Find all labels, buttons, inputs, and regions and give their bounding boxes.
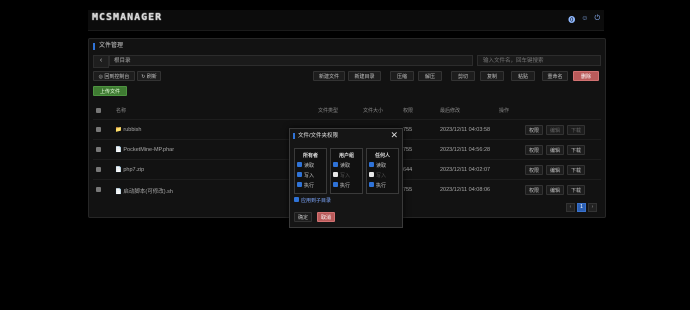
group-title: 所有者 <box>302 153 318 159</box>
perm-button[interactable]: 权限 <box>525 185 543 195</box>
back-button[interactable]: ‹ <box>93 55 109 68</box>
edit-button[interactable]: 编辑 <box>546 125 564 135</box>
new-file-button[interactable]: 新建文件 <box>313 71 345 81</box>
user-icon[interactable]: ☺ <box>581 15 588 25</box>
back-to-console-button[interactable]: ◎ 回到控制台 <box>93 71 135 81</box>
page-1-button[interactable]: 1 <box>577 203 586 212</box>
perm-group-others: 任何人 读取 写入 执行 <box>366 148 399 194</box>
group-title: 用户组 <box>338 153 354 159</box>
app-logo: MCSMANAGER <box>92 12 163 23</box>
checkbox-checked[interactable] <box>333 182 338 187</box>
edit-button[interactable]: 编辑 <box>546 185 564 195</box>
file-perm: 644 <box>403 167 413 173</box>
download-button[interactable]: 下载 <box>567 145 585 155</box>
cut-button[interactable]: 剪切 <box>451 71 475 81</box>
pagination: ‹ 1 › <box>566 203 597 212</box>
group-title: 任何人 <box>374 153 390 159</box>
others-write-option[interactable]: 写入 <box>369 172 386 179</box>
file-perm: 755 <box>403 187 413 193</box>
refresh-button[interactable]: ↻ 刷新 <box>137 71 161 81</box>
others-read-option[interactable]: 读取 <box>369 162 386 169</box>
file-modified: 2023/12/11 04:03:58 <box>440 127 491 133</box>
col-size: 文件大小 <box>363 108 384 114</box>
ok-button[interactable]: 确定 <box>294 212 312 222</box>
others-exec-option[interactable]: 执行 <box>369 182 386 189</box>
top-icons: ⓿ ☺ ⏻ <box>568 15 600 25</box>
perm-button[interactable]: 权限 <box>525 125 543 135</box>
row-checkbox[interactable] <box>96 167 101 172</box>
delete-button[interactable]: 删除 <box>573 71 599 81</box>
row-checkbox[interactable] <box>96 127 101 132</box>
perm-button[interactable]: 权限 <box>525 165 543 175</box>
next-page-button[interactable]: › <box>588 203 597 212</box>
path-input[interactable]: 根目录 <box>109 55 473 66</box>
new-dir-button[interactable]: 新建目录 <box>348 71 381 81</box>
checkbox-checked[interactable] <box>369 182 374 187</box>
checkbox-checked[interactable] <box>297 162 302 167</box>
file-name[interactable]: 📁 rubbish <box>115 127 141 133</box>
panel-title: 文件管理 <box>93 43 123 50</box>
decompress-button[interactable]: 解压 <box>418 71 442 81</box>
path-row: ‹ 根目录 输入文件名，回车键搜索 <box>93 55 601 68</box>
checkbox-checked[interactable] <box>369 162 374 167</box>
file-perm: 755 <box>403 147 413 153</box>
group-read-option[interactable]: 读取 <box>333 162 350 169</box>
search-input[interactable]: 输入文件名，回车键搜索 <box>477 55 601 66</box>
checkbox-checked[interactable] <box>297 182 302 187</box>
group-write-option[interactable]: 写入 <box>333 172 350 179</box>
perm-group-owner: 所有者 读取 写入 执行 <box>294 148 327 194</box>
checkbox-unchecked[interactable] <box>369 172 374 177</box>
perm-group-group: 用户组 读取 写入 执行 <box>330 148 363 194</box>
file-modified: 2023/12/11 04:56:28 <box>440 147 491 153</box>
paste-button[interactable]: 粘贴 <box>511 71 535 81</box>
col-type: 文件类型 <box>318 108 339 114</box>
close-icon[interactable]: ✕ <box>390 131 398 140</box>
col-actions: 操作 <box>499 108 510 114</box>
owner-exec-option[interactable]: 执行 <box>297 182 314 189</box>
edit-button[interactable]: 编辑 <box>546 145 564 155</box>
prev-page-button[interactable]: ‹ <box>566 203 575 212</box>
owner-read-option[interactable]: 读取 <box>297 162 314 169</box>
file-perm: 755 <box>403 127 413 133</box>
row-checkbox[interactable] <box>96 147 101 152</box>
power-icon[interactable]: ⏻ <box>594 15 600 25</box>
checkbox-unchecked[interactable] <box>333 172 338 177</box>
permission-dialog: 文件/文件夹权限 ✕ 所有者 读取 写入 执行 用户组 读取 写入 执行 任何人… <box>289 128 403 228</box>
checkbox-checked[interactable] <box>294 197 299 202</box>
col-perm: 权限 <box>403 108 414 114</box>
top-bar: MCSMANAGER ⓿ ☺ ⏻ <box>88 10 604 31</box>
info-icon[interactable]: ⓿ <box>568 15 575 25</box>
owner-write-option[interactable]: 写入 <box>297 172 314 179</box>
file-name[interactable]: 📄 PocketMine-MP.phar <box>115 147 174 153</box>
compress-button[interactable]: 压缩 <box>390 71 414 81</box>
cancel-button[interactable]: 取消 <box>317 212 335 222</box>
perm-button[interactable]: 权限 <box>525 145 543 155</box>
dialog-title: 文件/文件夹权限 <box>293 133 338 139</box>
group-exec-option[interactable]: 执行 <box>333 182 350 189</box>
file-name[interactable]: 📄 php7.zip <box>115 167 144 173</box>
download-button[interactable]: 下载 <box>567 165 585 175</box>
file-name[interactable]: 📄 启动脚本(可修改).sh <box>115 187 173 195</box>
rename-button[interactable]: 重命名 <box>542 71 568 81</box>
file-modified: 2023/12/11 04:02:07 <box>440 167 491 173</box>
row-checkbox[interactable] <box>96 187 101 192</box>
checkbox-checked[interactable] <box>297 172 302 177</box>
download-button[interactable]: 下载 <box>567 125 585 135</box>
checkbox-checked[interactable] <box>333 162 338 167</box>
select-all-checkbox[interactable] <box>96 108 101 113</box>
file-modified: 2023/12/11 04:08:06 <box>440 187 491 193</box>
edit-button[interactable]: 编辑 <box>546 165 564 175</box>
col-name: 名称 <box>116 108 127 114</box>
upload-button[interactable]: 上传文件 <box>93 86 127 96</box>
table-header: 名称 文件类型 文件大小 权限 最后修改 操作 <box>93 105 601 117</box>
recursive-option[interactable]: 应用到子目录 <box>294 197 331 204</box>
col-modified: 最后修改 <box>440 108 461 114</box>
download-button[interactable]: 下载 <box>567 185 585 195</box>
copy-button[interactable]: 复制 <box>480 71 504 81</box>
